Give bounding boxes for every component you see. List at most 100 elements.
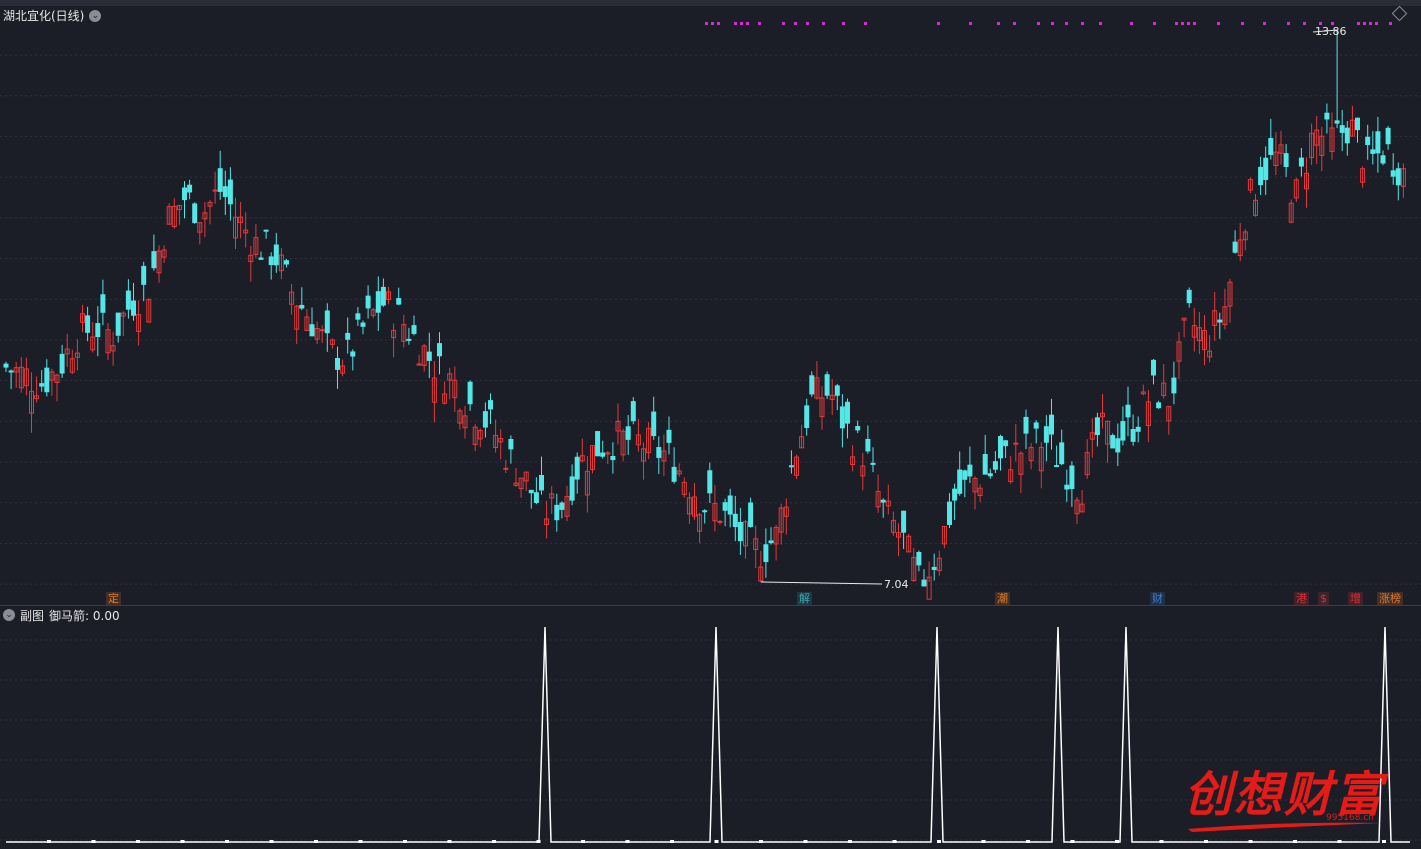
event-marker[interactable]: 财 xyxy=(1150,592,1165,606)
watermark-logo: 创想财富 995168.cn xyxy=(1178,755,1388,845)
candle-body xyxy=(1263,157,1269,180)
candle-body xyxy=(375,291,381,313)
signal-dot xyxy=(717,22,720,25)
candle-body xyxy=(982,453,988,475)
candle-body xyxy=(1390,170,1396,177)
indicator-baseline-dot xyxy=(848,840,852,843)
candle-body xyxy=(1054,465,1060,468)
candle-body xyxy=(987,473,993,477)
candle-body xyxy=(100,294,106,313)
candle-body xyxy=(559,502,565,510)
candle-body xyxy=(702,510,708,513)
indicator-baseline-dot xyxy=(1070,840,1075,843)
signal-dot xyxy=(1081,22,1084,25)
event-marker[interactable]: 定 xyxy=(106,592,121,606)
candle-body xyxy=(222,186,228,198)
candle-body xyxy=(411,325,417,334)
event-marker[interactable]: 港 xyxy=(1294,592,1309,606)
signal-dot xyxy=(734,22,737,25)
candle-body xyxy=(880,499,886,503)
candle-body xyxy=(355,313,361,320)
candle-body xyxy=(151,251,157,269)
candle-body xyxy=(380,286,386,306)
candle-body xyxy=(737,522,743,542)
candle-body xyxy=(1324,112,1330,120)
candle-body xyxy=(1125,404,1131,418)
candle-body xyxy=(258,257,264,260)
event-marker[interactable]: 增 xyxy=(1348,592,1363,606)
candle-body xyxy=(947,501,952,525)
candle-body xyxy=(1110,435,1116,449)
candle-body xyxy=(95,323,101,338)
candle-body xyxy=(839,406,845,429)
candle-body xyxy=(921,579,927,587)
event-marker[interactable]: $ xyxy=(1318,592,1329,606)
indicator-baseline-dot xyxy=(358,840,363,843)
chevron-down-icon[interactable]: ⌄ xyxy=(89,9,102,22)
candle-body xyxy=(131,300,136,316)
candle-body xyxy=(967,464,973,477)
signal-dot xyxy=(1181,22,1184,25)
candle-body xyxy=(187,184,193,193)
candle-body xyxy=(707,470,713,494)
signal-dot xyxy=(969,22,972,25)
candle-body xyxy=(992,461,998,470)
candle-body xyxy=(192,203,198,223)
candle-body xyxy=(59,353,65,374)
candle-body xyxy=(273,244,279,266)
candle-body xyxy=(957,469,963,494)
candle-body xyxy=(299,304,305,309)
pane-divider[interactable] xyxy=(0,605,1421,606)
candle-body xyxy=(1395,168,1401,186)
event-marker[interactable]: 潮 xyxy=(995,592,1010,606)
candle-body xyxy=(1370,149,1376,154)
candle-body xyxy=(845,401,850,424)
indicator-baseline-dot xyxy=(803,840,808,843)
candle-body xyxy=(916,551,922,566)
candle-body xyxy=(600,452,606,457)
candle-body xyxy=(488,400,493,410)
candle-body xyxy=(396,298,402,305)
candle-body xyxy=(309,324,315,337)
candle-body xyxy=(569,476,575,501)
candle-body xyxy=(284,260,289,265)
signal-dot xyxy=(864,22,867,25)
event-marker[interactable]: 涨榜 xyxy=(1377,592,1403,606)
indicator-baseline-dot xyxy=(625,840,630,843)
candle-body xyxy=(268,256,274,266)
candle-body xyxy=(212,189,218,192)
signal-dot xyxy=(705,22,708,25)
main-chart-header: 湖北宜化(日线) ⌄ xyxy=(3,7,102,24)
candle-body xyxy=(595,431,601,457)
signal-dot xyxy=(740,22,743,25)
signal-dot xyxy=(711,22,714,25)
indicator-baseline-dot xyxy=(314,840,318,843)
candle-body xyxy=(533,492,539,504)
indicator-baseline-dot xyxy=(136,840,140,843)
candle-body xyxy=(809,375,815,395)
candle-body xyxy=(651,411,657,437)
candle-body xyxy=(722,502,728,511)
candle-body xyxy=(656,447,662,458)
high-price-label: 13.86 xyxy=(1315,25,1347,38)
candle-body xyxy=(360,322,366,327)
candle-body xyxy=(804,405,810,428)
candle-body xyxy=(406,338,412,341)
candle-body xyxy=(1355,117,1360,131)
event-marker[interactable]: 解 xyxy=(797,592,812,606)
candle-body xyxy=(1043,426,1049,443)
chevron-down-icon[interactable]: ⌄ xyxy=(3,609,15,621)
indicator-baseline-dot xyxy=(581,840,585,843)
signal-dot xyxy=(794,22,797,25)
candle-body xyxy=(763,544,769,563)
candle-body xyxy=(998,436,1003,459)
candle-body xyxy=(1186,289,1192,304)
low-price-label: 7.04 xyxy=(884,578,909,591)
candle-body xyxy=(482,411,488,428)
signal-dot xyxy=(1389,22,1392,25)
indicator-baseline-dot xyxy=(447,840,452,843)
indicator-baseline-dot xyxy=(1115,840,1119,843)
candle-body xyxy=(1344,127,1350,144)
signal-dot xyxy=(1153,22,1156,25)
indicator-baseline-dot xyxy=(47,840,51,843)
